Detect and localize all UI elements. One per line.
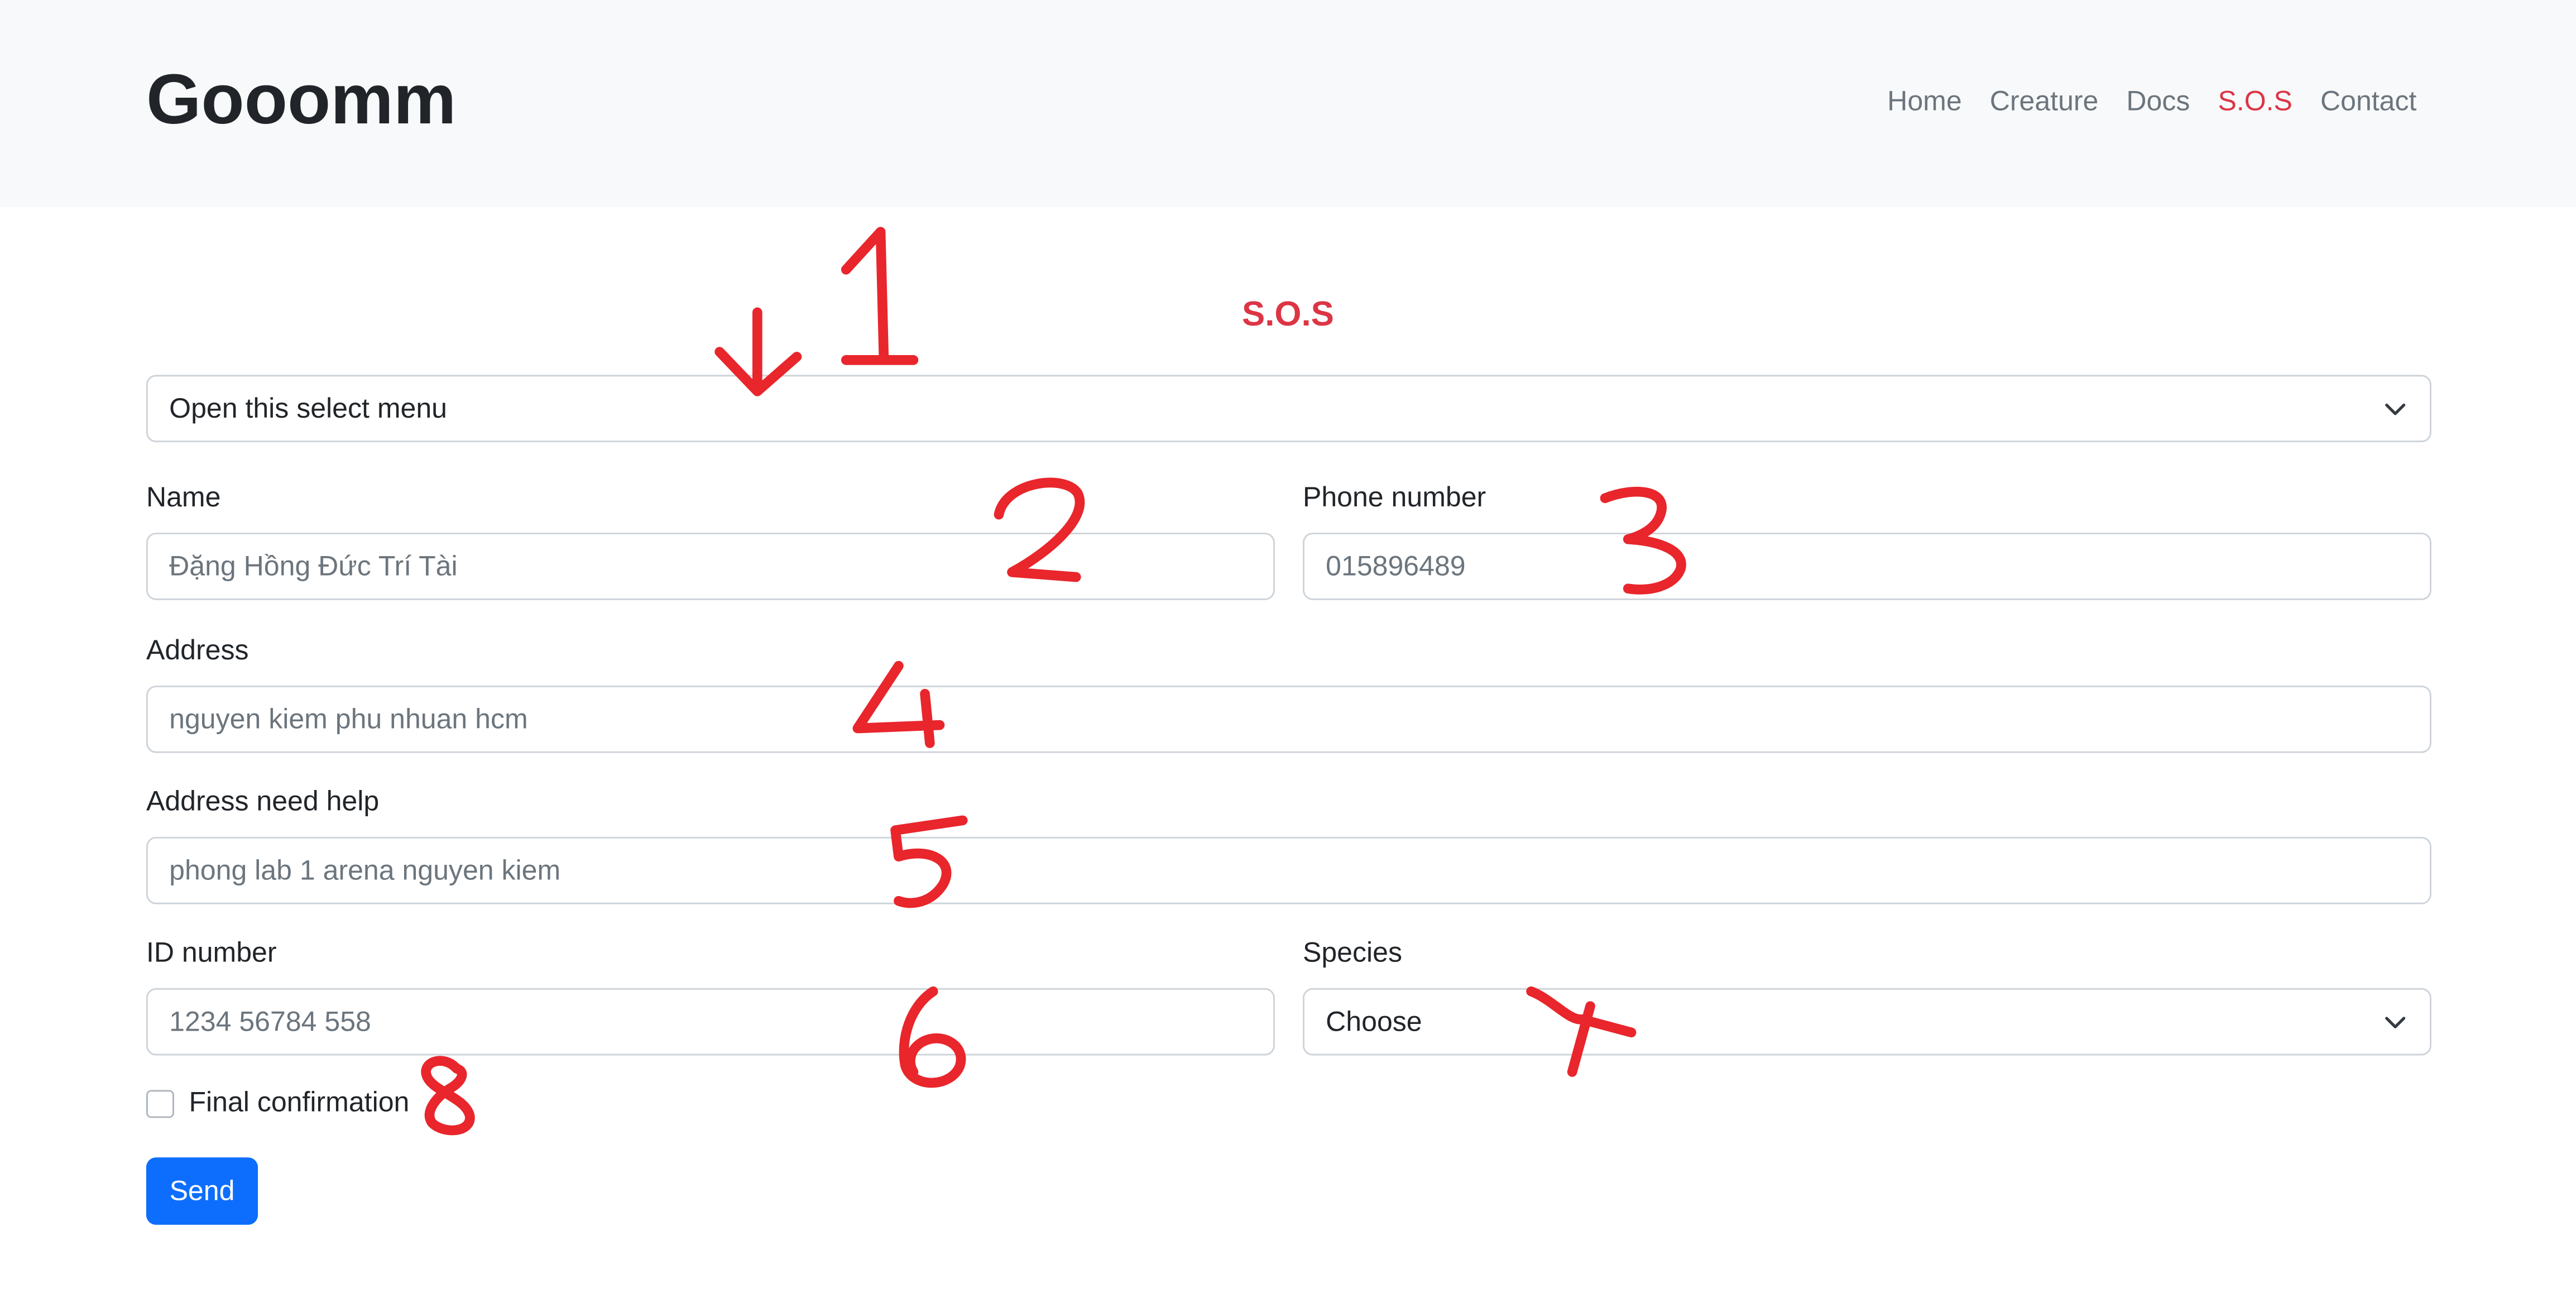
species-select-value: Choose (1326, 1005, 1422, 1037)
chevron-down-icon (2385, 403, 2406, 415)
nav-sos[interactable]: S.O.S (2218, 84, 2292, 120)
type-select-value: Open this select menu (169, 392, 448, 424)
send-button[interactable]: Send (146, 1157, 258, 1225)
address-need-help-label: Address need help (146, 786, 380, 817)
annotation-8 (421, 1056, 475, 1136)
page: Gooomm Home Creature Docs S.O.S Contact … (0, 0, 2576, 1307)
phone-label: Phone number (1302, 481, 1486, 513)
name-label: Name (146, 481, 221, 513)
address-label: Address (146, 634, 249, 666)
id-number-placeholder: 1234 56784 558 (169, 1005, 371, 1037)
chevron-down-icon (2385, 1017, 2406, 1028)
final-confirmation-label[interactable]: Final confirmation (189, 1085, 409, 1122)
type-select[interactable]: Open this select menu (146, 375, 2431, 443)
brand-logo[interactable]: Gooomm (146, 59, 456, 141)
id-number-label: ID number (146, 937, 277, 969)
address-placeholder: nguyen kiem phu nhuan hcm (169, 702, 528, 734)
name-placeholder: Đặng Hồng Đức Trí Tài (169, 550, 458, 581)
address-need-help-input[interactable]: phong lab 1 arena nguyen kiem (146, 836, 2431, 904)
address-need-help-placeholder: phong lab 1 arena nguyen kiem (169, 854, 561, 885)
id-number-input[interactable]: 1234 56784 558 (146, 988, 1275, 1056)
species-select[interactable]: Choose (1302, 988, 2431, 1056)
page-title: S.O.S (1242, 296, 1334, 334)
phone-input[interactable]: 015896489 (1302, 533, 2431, 600)
final-confirmation-checkbox[interactable] (146, 1090, 174, 1118)
species-label: Species (1302, 937, 1402, 969)
nav-home[interactable]: Home (1887, 84, 1962, 120)
phone-placeholder: 015896489 (1326, 550, 1466, 581)
navbar: Gooomm Home Creature Docs S.O.S Contact (0, 0, 2576, 208)
nav-creature[interactable]: Creature (1990, 84, 2099, 120)
address-input[interactable]: nguyen kiem phu nhuan hcm (146, 685, 2431, 753)
nav-contact[interactable]: Contact (2320, 84, 2416, 120)
nav-menu: Home Creature Docs S.O.S Contact (1887, 84, 2416, 120)
nav-docs[interactable]: Docs (2126, 84, 2190, 120)
name-input[interactable]: Đặng Hồng Đức Trí Tài (146, 533, 1275, 600)
